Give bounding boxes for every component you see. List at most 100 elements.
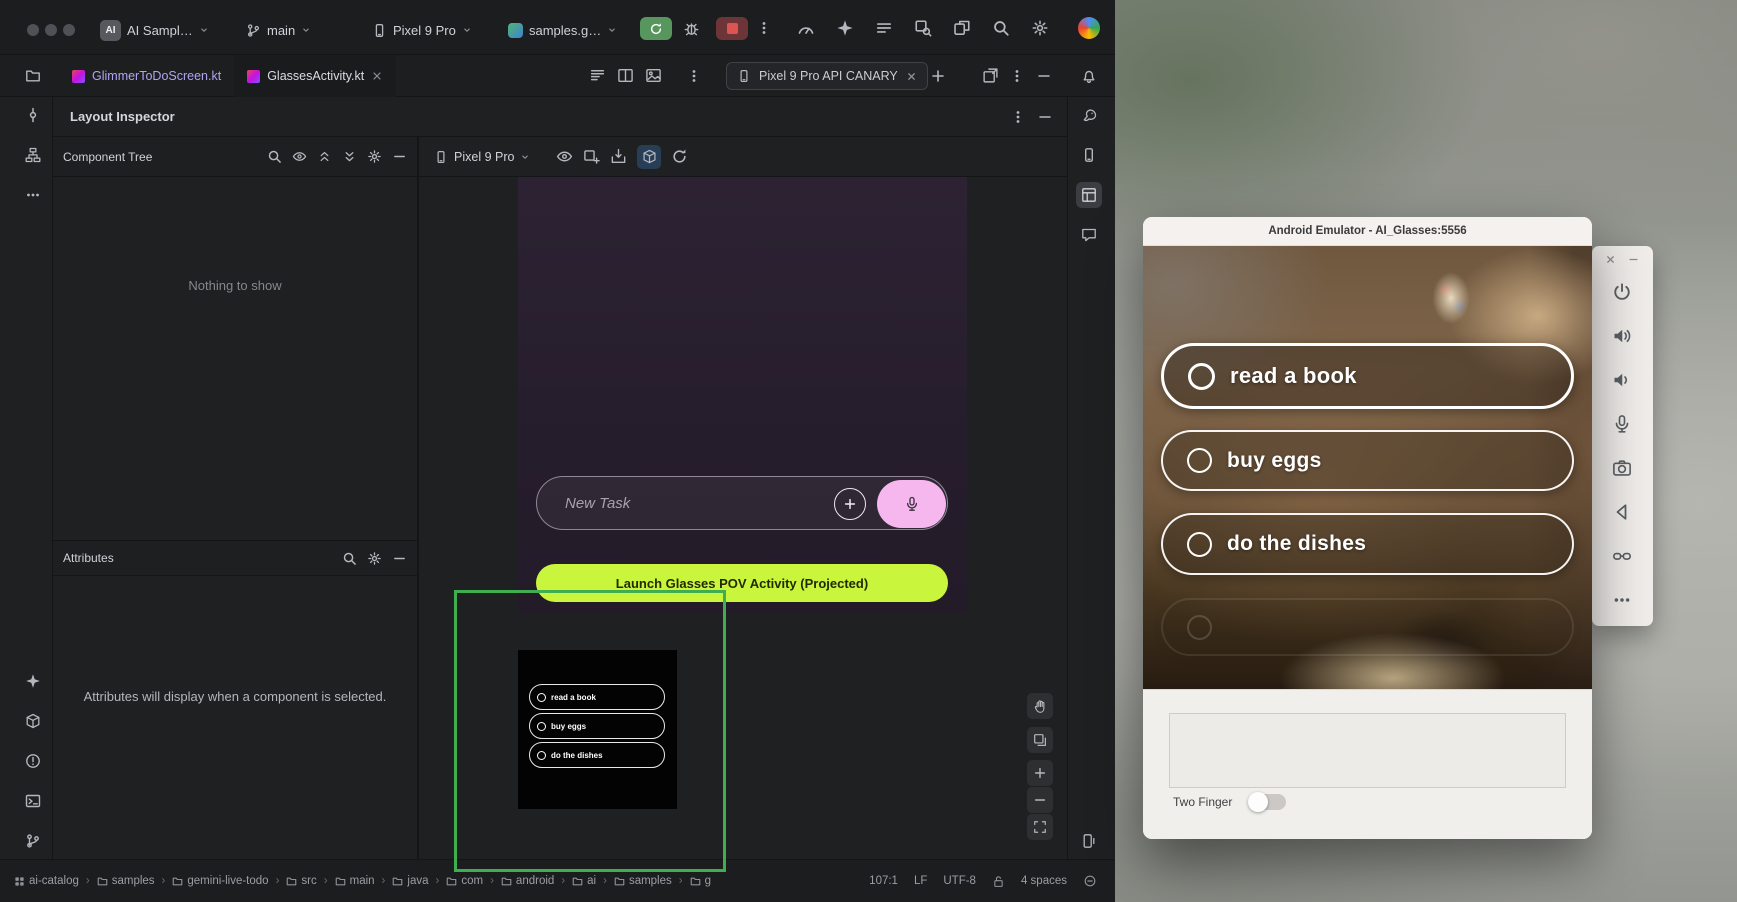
logcat-icon[interactable] <box>875 19 893 37</box>
layers-button[interactable] <box>1027 727 1053 753</box>
hide-icon[interactable] <box>1037 109 1053 125</box>
volume-up-icon[interactable] <box>1612 326 1632 346</box>
gradle-icon[interactable] <box>1081 107 1097 123</box>
search-icon[interactable] <box>342 551 357 566</box>
add-task-button[interactable] <box>834 488 866 520</box>
breadcrumb-item[interactable]: src <box>286 875 316 887</box>
line-separator[interactable]: LF <box>914 875 927 887</box>
power-icon[interactable] <box>1612 282 1632 302</box>
run-configuration-selector[interactable]: samples.g… <box>508 17 617 43</box>
project-folder-icon[interactable] <box>25 68 41 84</box>
zoom-out-button[interactable] <box>1027 787 1053 813</box>
back-icon[interactable] <box>1612 502 1632 522</box>
hide-icon[interactable] <box>392 149 407 164</box>
close-icon[interactable] <box>371 70 383 82</box>
visibility-eye-icon[interactable] <box>556 148 573 165</box>
file-encoding[interactable]: UTF-8 <box>943 875 976 887</box>
code-view-icon[interactable] <box>589 67 606 84</box>
mode-3d-toggle[interactable] <box>637 145 661 169</box>
inspector-device-selector[interactable]: Pixel 9 Pro <box>434 150 530 164</box>
breadcrumb-item[interactable]: ai <box>572 875 596 887</box>
close-icon[interactable] <box>1605 254 1616 265</box>
layout-inspector-tool-button[interactable] <box>1076 182 1102 208</box>
pan-mode-button[interactable] <box>1027 693 1053 719</box>
emulator-screen[interactable]: read a book buy eggs do the dishes <box>1143 246 1592 689</box>
device-manager-icon[interactable] <box>1081 147 1097 163</box>
build-icon[interactable] <box>25 713 41 729</box>
breadcrumb-item[interactable]: g <box>690 875 711 887</box>
refresh-icon[interactable] <box>671 148 688 165</box>
notifications-bell-icon[interactable] <box>1081 68 1097 84</box>
breadcrumb-item[interactable]: main <box>335 875 375 887</box>
split-view-icon[interactable] <box>617 67 634 84</box>
stop-button[interactable] <box>716 17 748 40</box>
hide-icon[interactable] <box>392 551 407 566</box>
readonly-lock-icon[interactable] <box>992 875 1005 888</box>
camera-icon[interactable] <box>1612 458 1632 478</box>
collapse-all-icon[interactable] <box>342 149 357 164</box>
indent-setting[interactable]: 4 spaces <box>1021 875 1067 887</box>
gemini-icon[interactable] <box>25 673 41 689</box>
export-icon[interactable] <box>610 148 627 165</box>
structure-icon[interactable] <box>25 147 41 163</box>
search-icon[interactable] <box>992 19 1010 37</box>
open-in-window-icon[interactable] <box>982 67 999 84</box>
mic-icon[interactable] <box>1612 414 1632 434</box>
settings-gear-icon[interactable] <box>367 551 382 566</box>
vcs-branch-selector[interactable]: main <box>246 17 311 43</box>
breadcrumb-item[interactable]: samples <box>97 875 155 887</box>
gemini-sparkle-icon[interactable] <box>836 19 854 37</box>
commit-icon[interactable] <box>25 107 41 123</box>
voice-input-button[interactable] <box>877 480 946 528</box>
touchpad-area[interactable] <box>1169 713 1566 788</box>
more-icon[interactable] <box>1009 68 1025 84</box>
running-device-tab[interactable]: Pixel 9 Pro API CANARY <box>726 62 928 90</box>
add-device-icon[interactable] <box>930 68 946 84</box>
user-avatar[interactable] <box>1078 17 1100 39</box>
design-view-icon[interactable] <box>645 67 662 84</box>
snapshot-icon[interactable] <box>583 148 600 165</box>
breadcrumb-item[interactable]: com <box>446 875 483 887</box>
expand-all-icon[interactable] <box>317 149 332 164</box>
problems-icon[interactable] <box>25 753 41 769</box>
phone-screen-preview[interactable]: New Task Launch Glasses POV Activity (Pr… <box>518 177 967 613</box>
inspections-icon[interactable] <box>1083 874 1097 888</box>
tab-glassesactivity[interactable]: GlassesActivity.kt <box>234 55 396 97</box>
run-more-options-icon[interactable] <box>756 20 772 36</box>
tab-glimmertodoscreen[interactable]: GlimmerToDoScreen.kt <box>59 55 234 97</box>
breadcrumb-item[interactable]: java <box>392 875 428 887</box>
app-insights-icon[interactable] <box>1081 227 1097 243</box>
version-control-icon[interactable] <box>25 833 41 849</box>
close-window-button[interactable] <box>27 24 39 36</box>
project-selector[interactable]: AI AI Sampl… <box>100 17 209 43</box>
minimize-icon[interactable] <box>1628 254 1639 265</box>
todo-item[interactable]: buy eggs <box>1161 430 1574 491</box>
close-icon[interactable] <box>906 71 917 82</box>
breadcrumb-item[interactable]: samples <box>614 875 672 887</box>
app-inspection-icon[interactable] <box>914 19 932 37</box>
terminal-icon[interactable] <box>25 793 41 809</box>
breadcrumb-item[interactable]: ai-catalog <box>14 875 79 887</box>
glasses-icon[interactable] <box>1612 546 1632 566</box>
rerun-button[interactable] <box>640 17 672 40</box>
debug-button[interactable] <box>683 20 700 37</box>
running-devices-icon[interactable] <box>1081 833 1097 849</box>
more-icon[interactable] <box>1612 590 1632 610</box>
new-task-input[interactable]: New Task <box>536 476 948 530</box>
settings-gear-icon[interactable] <box>1031 19 1049 37</box>
breadcrumb-item[interactable]: gemini-live-todo <box>172 875 268 887</box>
maximize-window-button[interactable] <box>63 24 75 36</box>
breadcrumb-item[interactable]: android <box>501 875 554 887</box>
search-icon[interactable] <box>267 149 282 164</box>
hide-icon[interactable] <box>1036 68 1052 84</box>
minimize-window-button[interactable] <box>45 24 57 36</box>
device-selector[interactable]: Pixel 9 Pro <box>372 17 472 43</box>
more-icon[interactable] <box>686 68 702 84</box>
zoom-fit-button[interactable] <box>1027 814 1053 840</box>
emulator-title-bar[interactable]: Android Emulator - AI_Glasses:5556 <box>1143 217 1592 246</box>
more-icon[interactable] <box>1010 109 1026 125</box>
zoom-in-button[interactable] <box>1027 760 1053 786</box>
caret-position[interactable]: 107:1 <box>869 875 898 887</box>
profiler-icon[interactable] <box>797 19 815 37</box>
device-mirroring-icon[interactable] <box>953 19 971 37</box>
